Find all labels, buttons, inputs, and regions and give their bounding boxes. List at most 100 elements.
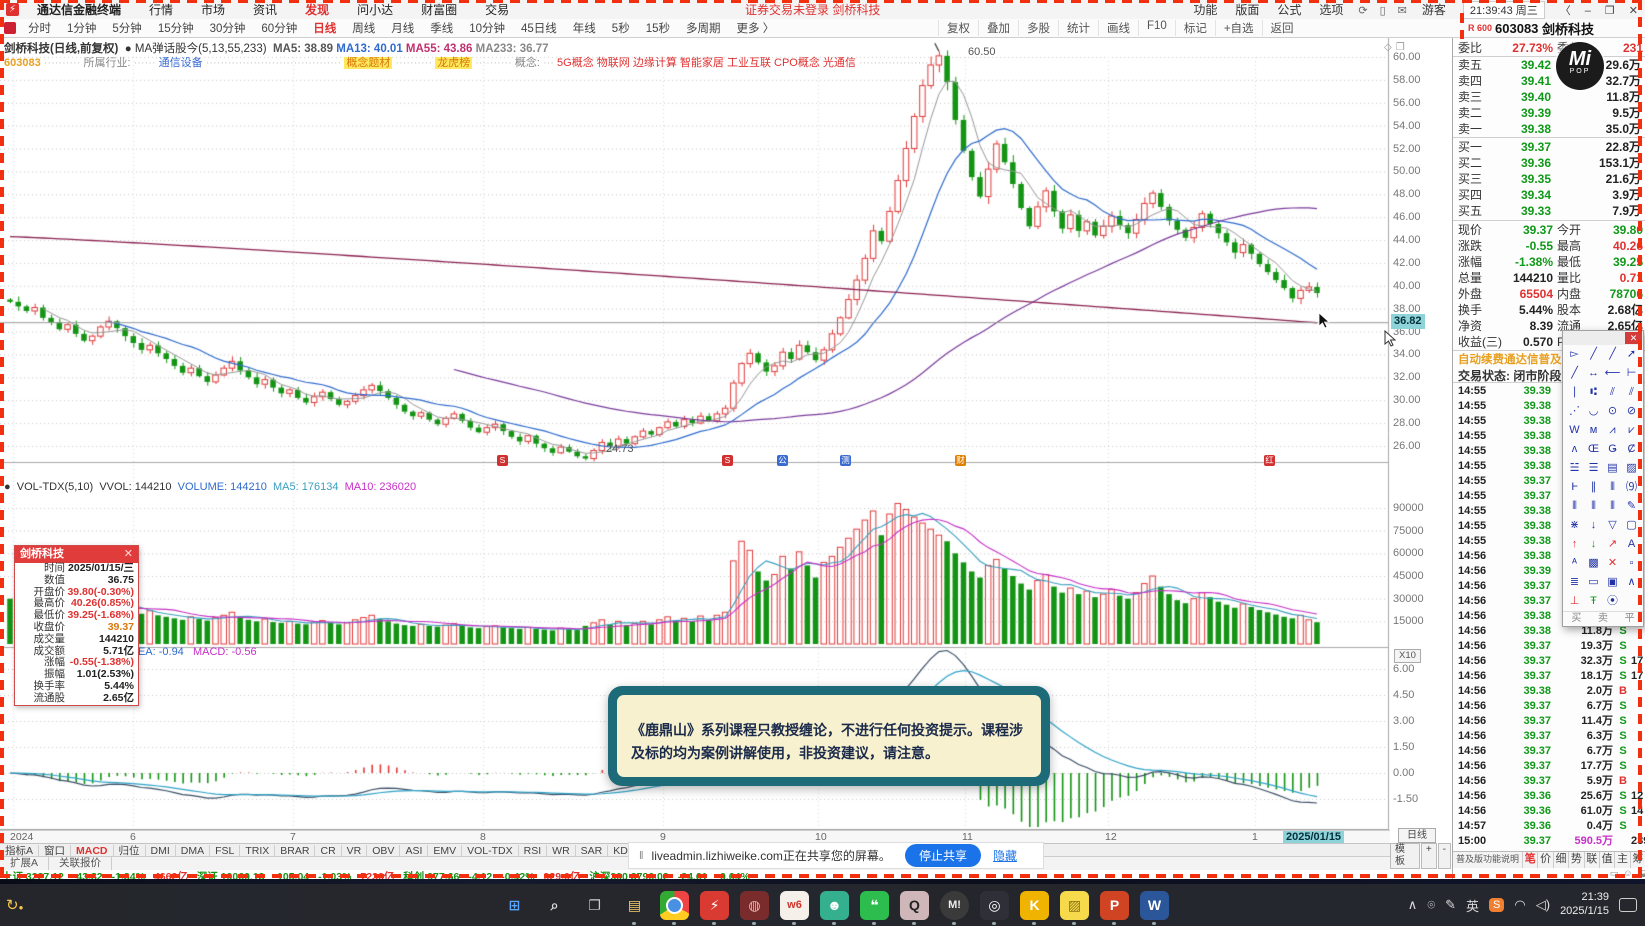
period-15分钟[interactable]: 15分钟 — [150, 23, 202, 35]
tool-叠加[interactable]: 叠加 — [978, 20, 1018, 36]
palette-tool[interactable]: ∣ — [1565, 383, 1584, 402]
tray-chevron-icon[interactable]: ∧ — [1408, 897, 1418, 913]
chart-corner-icons[interactable]: ◇❐ — [1384, 42, 1409, 53]
period-年线[interactable]: 年线 — [565, 23, 604, 35]
palette-tool[interactable]: ʌ — [1565, 440, 1584, 459]
period-多周期[interactable]: 多周期 — [678, 23, 729, 35]
palette-tool[interactable]: ⩘ — [1603, 421, 1622, 440]
footer-tab-势[interactable]: 势 — [1569, 852, 1585, 868]
volume-icon[interactable]: ◁) — [1536, 897, 1550, 913]
palette-tool[interactable]: ◡ — [1584, 402, 1603, 421]
palette-tool[interactable]: ⫽ — [1603, 383, 1622, 402]
indicator-tab-VOL-TDX[interactable]: VOL-TDX — [462, 844, 519, 857]
indicator-tab-WR[interactable]: WR — [547, 844, 576, 857]
menu-item-资讯[interactable]: 资讯 — [239, 3, 291, 17]
indicator-tab-MACD[interactable]: MACD — [71, 844, 114, 857]
palette-tool[interactable]: ⦀ — [1565, 497, 1584, 516]
phone-icon[interactable] — [4, 22, 16, 34]
language-indicator[interactable]: 英 — [1466, 896, 1479, 915]
period-5秒[interactable]: 5秒 — [604, 23, 638, 35]
indicator-tab-OBV[interactable]: OBV — [367, 844, 401, 857]
menu-item-问小达[interactable]: 问小达 — [343, 3, 407, 17]
maximize-icon[interactable]: ❐ — [1598, 5, 1622, 17]
edition-note[interactable]: 普及版功能说明 — [1453, 852, 1524, 868]
palette-tool[interactable]: ▽ — [1603, 516, 1622, 535]
period-日线[interactable]: 日线 — [305, 23, 344, 35]
palette-tool[interactable]: ∥ — [1584, 478, 1603, 497]
taskbar-clock[interactable]: 21:39 2025/1/15 — [1560, 891, 1609, 919]
start-icon[interactable]: ⊞ — [500, 891, 529, 920]
drawing-toolbar-header[interactable]: ✕ — [1563, 331, 1643, 345]
zoom-out-button[interactable]: - — [1437, 843, 1451, 869]
period-1分钟[interactable]: 1分钟 — [59, 23, 104, 35]
palette-tool[interactable]: Ǥ — [1603, 440, 1622, 459]
boss-key-icon[interactable]: ↻● — [6, 896, 23, 914]
powerpoint-icon[interactable]: P — [1100, 890, 1129, 925]
footer-tab-价[interactable]: 价 — [1538, 852, 1554, 868]
menu-item-行情[interactable]: 行情 — [135, 3, 187, 17]
palette-tool[interactable]: Œ — [1584, 440, 1603, 459]
indicator-tab-DMA[interactable]: DMA — [176, 844, 211, 857]
footer-tab-主[interactable]: 主 — [1615, 852, 1631, 868]
footer-tab-笔[interactable]: 笔 — [1523, 852, 1539, 868]
stock-badge[interactable]: R 600 603083 剑桥科技 — [1468, 19, 1594, 37]
sogou-icon[interactable]: S — [1489, 898, 1505, 912]
tool-统计[interactable]: 统计 — [1058, 20, 1098, 36]
palette-tool[interactable]: ᴬ — [1565, 554, 1584, 573]
palette-tool[interactable]: ▻ — [1565, 345, 1584, 364]
indicator-tab-FSL[interactable]: FSL — [210, 844, 241, 857]
zoom-in-button[interactable]: + — [1420, 843, 1437, 869]
indicator-tab-RSI[interactable]: RSI — [519, 844, 548, 857]
kuaishou-icon[interactable]: K — [1020, 890, 1049, 925]
event-mark[interactable]: 财 — [955, 455, 966, 466]
refresh-icon[interactable]: ⟳ — [1352, 5, 1373, 17]
period-label-box[interactable]: 日线 — [1398, 828, 1436, 843]
indicator-tab-指标A[interactable]: 指标A — [0, 844, 40, 857]
search-icon[interactable]: ⌕ — [540, 891, 569, 920]
palette-tool[interactable]: ⦀ — [1603, 497, 1622, 516]
notification-icon[interactable] — [1619, 898, 1637, 912]
indicator-tab-EMV[interactable]: EMV — [428, 844, 463, 857]
tool-返回[interactable]: 返回 — [1261, 20, 1302, 36]
period-分时[interactable]: 分时 — [20, 23, 59, 35]
palette-tool[interactable]: ⦀ — [1584, 497, 1603, 516]
camera-app-icon[interactable]: ◎ — [980, 890, 1009, 925]
footer-tab-联[interactable]: 联 — [1585, 852, 1600, 868]
menu-item-市场[interactable]: 市场 — [187, 3, 239, 17]
palette-tool[interactable]: ▭ — [1584, 573, 1603, 592]
app-red-circle-icon[interactable]: ◍ — [740, 890, 769, 925]
period-60分钟[interactable]: 60分钟 — [253, 23, 305, 35]
menu-right-公式[interactable]: 公式 — [1268, 3, 1310, 17]
indicator-tab-窗口[interactable]: 窗口 — [39, 844, 72, 857]
palette-tool[interactable]: Ⱶ — [1565, 478, 1584, 497]
file-explorer-icon[interactable]: ▤ — [620, 891, 649, 925]
indicator-tab-ASI[interactable]: ASI — [400, 844, 429, 857]
palette-tool[interactable]: ▩ — [1584, 554, 1603, 573]
collapse-icon[interactable]: 〈 — [1553, 5, 1578, 17]
popup-header[interactable]: 剑桥科技 ✕ — [15, 546, 138, 563]
tool-画线[interactable]: 画线 — [1098, 20, 1138, 36]
palette-tool[interactable]: Ŧ — [1584, 592, 1603, 611]
palette-tool[interactable]: ↗ — [1603, 535, 1622, 554]
palette-tool[interactable]: ⊥ — [1565, 592, 1584, 611]
menu-item-交易[interactable]: 交易 — [471, 3, 523, 17]
event-mark[interactable]: S — [722, 455, 733, 466]
hide-link[interactable]: 隐藏 — [993, 847, 1017, 864]
palette-tool[interactable]: ╱ — [1603, 345, 1622, 364]
indicator-tab-DMI[interactable]: DMI — [146, 844, 176, 857]
indicator-tab-TRIX[interactable]: TRIX — [240, 844, 276, 857]
event-mark[interactable]: 公 — [777, 455, 788, 466]
palette-tool[interactable]: ⋇ — [1565, 516, 1584, 535]
concept-values[interactable]: 5G概念 物联网 边缘计算 智能家居 工业互联 CPO概念 光通信 — [557, 57, 856, 69]
mic-icon[interactable]: ⌾ — [1427, 897, 1435, 913]
palette-tool[interactable]: ⋰ — [1565, 402, 1584, 421]
indicator-tab-SAR[interactable]: SAR — [576, 844, 609, 857]
word-icon[interactable]: W — [1140, 890, 1169, 925]
palette-tool[interactable]: ✕ — [1603, 554, 1622, 573]
menu-item-发现[interactable]: 发现 — [291, 3, 343, 17]
period-15秒[interactable]: 15秒 — [638, 23, 678, 35]
period-5分钟[interactable]: 5分钟 — [104, 23, 149, 35]
palette-tool[interactable]: ☱ — [1565, 459, 1584, 478]
minimize-icon[interactable]: – — [1578, 5, 1598, 17]
indicator-tab-VR[interactable]: VR — [342, 844, 368, 857]
